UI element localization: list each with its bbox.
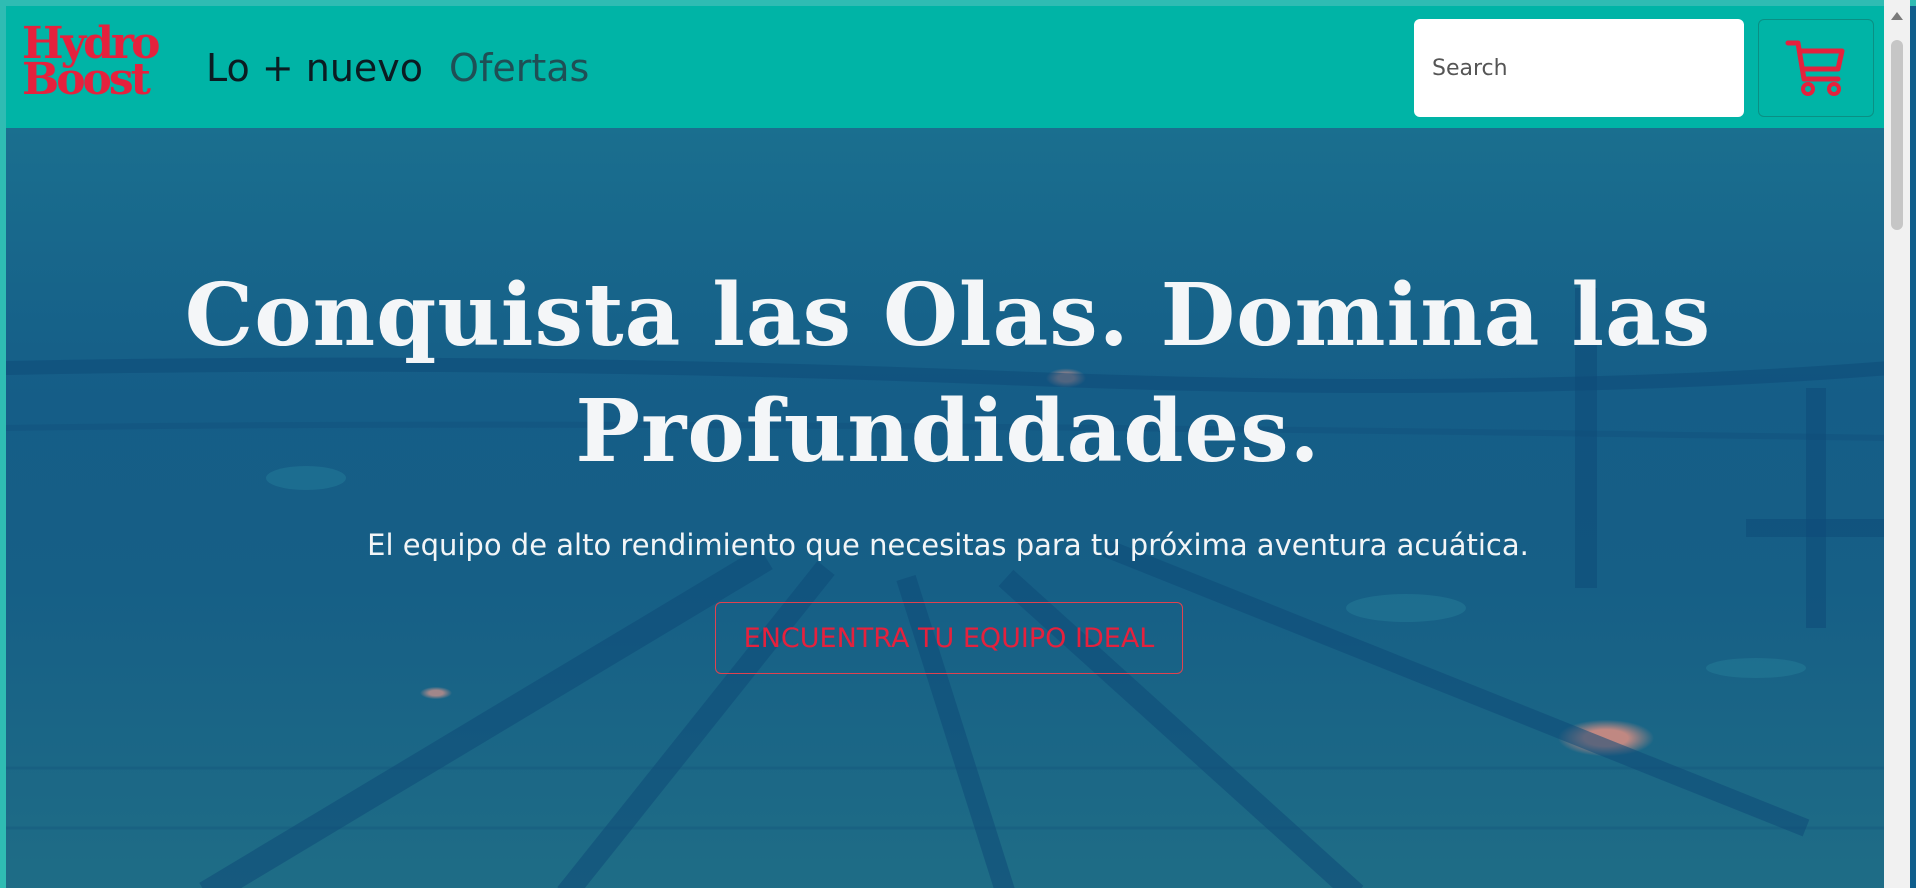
hero-headline: Conquista las Olas. Domina las Profundid…: [184, 265, 1712, 482]
scroll-up-arrow-icon[interactable]: [1891, 12, 1903, 20]
nav-link-ofertas[interactable]: Ofertas: [449, 46, 589, 90]
shopping-cart-icon: [1784, 35, 1848, 102]
cart-button[interactable]: [1758, 19, 1874, 117]
hero-subheadline: El equipo de alto rendimiento que necesi…: [367, 528, 1529, 562]
hero-section: Conquista las Olas. Domina las Profundid…: [6, 128, 1890, 888]
search-input[interactable]: [1414, 19, 1744, 117]
scrollbar-thumb[interactable]: [1891, 40, 1903, 230]
hero-content: Conquista las Olas. Domina las Profundid…: [6, 128, 1890, 888]
find-equipment-button[interactable]: ENCUENTRA TU EQUIPO IDEAL: [715, 602, 1183, 674]
main-nav: Lo + nuevo Ofertas: [206, 46, 589, 90]
navbar: Hydro Boost Lo + nuevo Ofertas: [6, 6, 1890, 128]
browser-viewport: Hydro Boost Lo + nuevo Ofertas Search Co…: [0, 0, 1916, 888]
nav-link-lo-nuevo[interactable]: Lo + nuevo: [206, 46, 423, 90]
hydroboost-logo[interactable]: Hydro Boost: [22, 22, 172, 110]
vertical-scrollbar[interactable]: [1884, 0, 1910, 888]
